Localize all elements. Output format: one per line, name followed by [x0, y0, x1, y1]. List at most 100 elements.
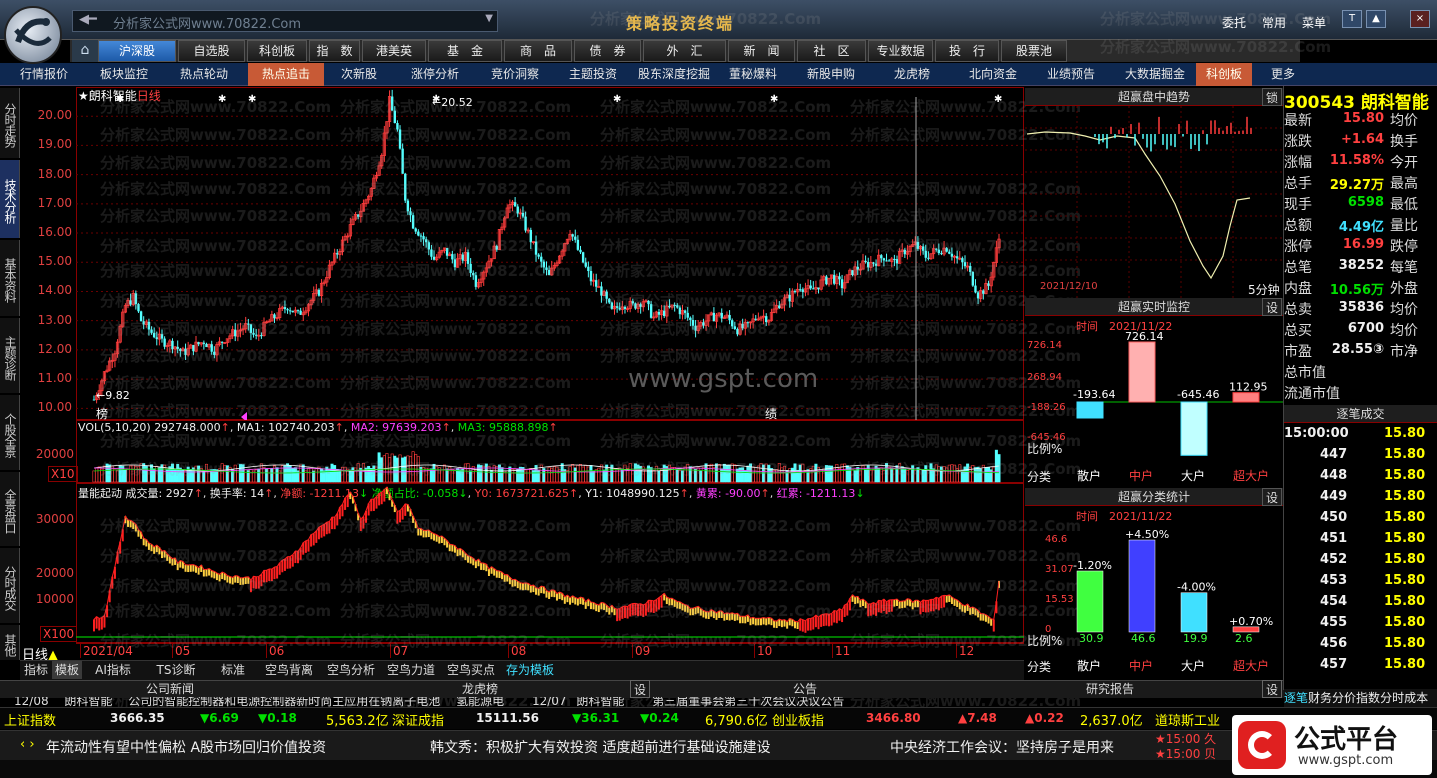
- ticker-item-1[interactable]: 年流动性有望中性偏松 A股市场回归价值投资: [46, 737, 326, 757]
- index-name-sh[interactable]: 上证指数: [4, 710, 56, 729]
- index-pct-sz: ▼0.24: [640, 711, 679, 725]
- class-ytick: 31.07: [1045, 564, 1074, 575]
- quote-label-10: 总买: [1284, 323, 1312, 339]
- volume-scale: X10: [48, 466, 78, 482]
- tab-company-news[interactable]: 公司新闻: [120, 680, 220, 698]
- close-button[interactable]: ×: [1410, 10, 1430, 28]
- menu-item-12[interactable]: 投 行: [935, 40, 999, 62]
- subnav-item-6[interactable]: 竞价洞察: [480, 63, 550, 86]
- menu-item-5[interactable]: 基 金: [428, 40, 502, 62]
- restore-button[interactable]: ▲: [1366, 10, 1386, 28]
- subnav-item-1[interactable]: 板块监控: [90, 63, 158, 86]
- indicator-tab-2[interactable]: AI指标: [84, 661, 142, 679]
- chevron-down-icon[interactable]: ▼: [485, 13, 493, 24]
- subnav-item-16[interactable]: 更多: [1266, 63, 1300, 86]
- trend-chart[interactable]: [1025, 106, 1283, 298]
- back-forward-icon[interactable]: ◀━: [79, 12, 97, 27]
- indicator-tab-8[interactable]: 空鸟买点: [442, 661, 500, 679]
- address-bar[interactable]: ◀━ 分析家公式网www.70822.Com ▼: [72, 10, 498, 32]
- index-name-cy[interactable]: 创业板指: [772, 710, 824, 729]
- candle-body: [840, 279, 844, 289]
- left-tab-2[interactable]: 基本资料: [0, 240, 20, 316]
- indicator-tab-7[interactable]: 空鸟力道: [382, 661, 440, 679]
- index-name-dj[interactable]: 道琼斯工业: [1155, 710, 1220, 729]
- qtab-price[interactable]: 分价: [1332, 691, 1356, 705]
- left-tab-1[interactable]: 技术分析: [0, 160, 20, 238]
- menu-item-13[interactable]: 股票池: [1001, 40, 1067, 62]
- subnav-item-7[interactable]: 主题投资: [558, 63, 628, 86]
- qtab-finance[interactable]: 财务: [1308, 691, 1332, 705]
- research-settings-button[interactable]: 设: [1262, 680, 1282, 698]
- news-settings-button[interactable]: 设: [630, 680, 650, 698]
- subnav-item-8[interactable]: 股东深度挖掘: [632, 63, 716, 86]
- pin-button[interactable]: T: [1342, 10, 1362, 28]
- subnav-item-15[interactable]: 科创板: [1196, 63, 1252, 86]
- qtab-minute[interactable]: 分时: [1380, 691, 1404, 705]
- menu-item-4[interactable]: 港美英: [362, 40, 426, 62]
- indicator-tab-4[interactable]: 标准: [210, 661, 256, 679]
- index-name-sz[interactable]: 深证成指: [392, 710, 444, 729]
- qtab-index[interactable]: 指数: [1356, 691, 1380, 705]
- menu-item-11[interactable]: 专业数据: [868, 40, 933, 62]
- tab-announcement[interactable]: 公告: [760, 680, 850, 698]
- watermark: 分析家公式网www.70822.Com: [600, 98, 832, 116]
- tab-research[interactable]: 研究报告: [1060, 680, 1160, 698]
- subnav-item-11[interactable]: 龙虎榜: [880, 63, 944, 86]
- monitor-bar-label-1: 中户: [1129, 468, 1153, 483]
- watermark: 分析家公式网www.70822.Com: [600, 320, 832, 338]
- class-settings-button[interactable]: 设: [1262, 488, 1282, 506]
- tab-dragon-tiger[interactable]: 龙虎榜: [430, 680, 530, 698]
- left-tab-5[interactable]: 全景盘口: [0, 472, 20, 546]
- menu-item-0[interactable]: 沪深股: [98, 40, 176, 62]
- left-tab-3[interactable]: 主题诊断: [0, 318, 20, 393]
- left-tab-0[interactable]: 分时走势: [0, 88, 20, 158]
- price-ytick: 11.00: [37, 371, 72, 386]
- subnav-item-0[interactable]: 行情报价: [12, 63, 76, 86]
- subnav-item-13[interactable]: 业绩预告: [1040, 63, 1102, 86]
- menu-item-9[interactable]: 新 闻: [728, 40, 795, 62]
- menu-item-1[interactable]: 自选股: [178, 40, 245, 62]
- qtab-zhubi[interactable]: 逐笔: [1284, 691, 1308, 705]
- trend-lock-button[interactable]: 锁: [1262, 88, 1282, 106]
- indicator-tab-3[interactable]: TS诊断: [146, 661, 206, 679]
- subnav-item-5[interactable]: 涨停分析: [400, 63, 470, 86]
- ticker-item-3[interactable]: 中央经济工作会议：坚持房子是用来: [890, 737, 1146, 757]
- indicator-tab-0[interactable]: 指标: [22, 661, 50, 679]
- index-value-cy: 3466.80: [866, 711, 921, 725]
- indicator-tab-9[interactable]: 存为模板: [502, 661, 558, 679]
- menu-item-10[interactable]: 社 区: [797, 40, 866, 62]
- home-icon[interactable]: ⌂: [72, 40, 98, 62]
- subnav-item-2[interactable]: 热点轮动: [170, 63, 238, 86]
- qtab-cost[interactable]: 成本: [1404, 691, 1428, 705]
- subnav-item-12[interactable]: 北向资金: [958, 63, 1028, 86]
- left-tab-7[interactable]: 其他: [0, 625, 20, 660]
- menu-item-7[interactable]: 债 券: [574, 40, 641, 62]
- subnav-item-10[interactable]: 新股申购: [798, 63, 864, 86]
- class-chart[interactable]: 46.6 31.07 15.53 0 -1.20% 30.9 散户 +4.50% 46.6 中户 -…: [1025, 508, 1283, 678]
- indicator-tab-6[interactable]: 空鸟分析: [322, 661, 380, 679]
- indicator-tab-1[interactable]: 模板: [52, 661, 82, 679]
- subnav-item-3[interactable]: 热点追击: [248, 63, 324, 86]
- left-tab-4[interactable]: 个股全景: [0, 395, 20, 470]
- subnav-item-14[interactable]: 大数据掘金: [1112, 63, 1198, 86]
- monitor-chart[interactable]: 726.14 268.94 -188.26 -645.46 -193.64 散户 726.1…: [1025, 318, 1283, 488]
- watermark: 分析家公式网www.70822.Com: [100, 320, 332, 338]
- menu-item-8[interactable]: 外 汇: [643, 40, 726, 62]
- brand-logo-icon: [1238, 721, 1286, 769]
- indicator-tab-5[interactable]: 空鸟背离: [260, 661, 318, 679]
- news-ticker[interactable]: ‹ › 年流动性有望中性偏松 A股市场回归价值投资 韩文秀：积极扩大有效投资 适…: [0, 730, 1437, 761]
- left-tab-6[interactable]: 分时成交: [0, 548, 20, 623]
- ticker-item-2[interactable]: 韩文秀：积极扩大有效投资 适度超前进行基础设施建设: [430, 737, 770, 757]
- ticker-arrows-icon[interactable]: ‹ ›: [20, 737, 35, 752]
- watermark: 分析家公式网www.70822.Com: [600, 154, 832, 172]
- news-line[interactable]: 12/08 朗科智能 公司的智能控制器和电源控制器新时尚主应用在钠离子电池 氢能…: [0, 697, 1284, 707]
- indicator-ytick-20000: 20000: [35, 566, 74, 580]
- menu-item-3[interactable]: 指 数: [309, 40, 360, 62]
- subnav-item-4[interactable]: 次新股: [328, 63, 390, 86]
- subnav-item-9[interactable]: 董秘爆料: [720, 63, 786, 86]
- trend-period[interactable]: 5分钟: [1248, 281, 1280, 298]
- menu-item-6[interactable]: 商 品: [504, 40, 572, 62]
- monitor-settings-button[interactable]: 设: [1262, 298, 1282, 316]
- app-logo[interactable]: [4, 6, 62, 64]
- menu-item-2[interactable]: 科创板: [247, 40, 307, 62]
